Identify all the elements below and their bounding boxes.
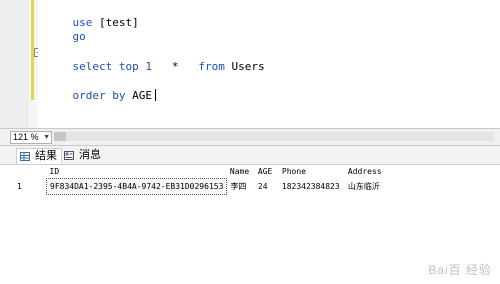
keyword: go: [72, 30, 86, 43]
code-text: Users: [224, 60, 265, 73]
results-grid-area: ID Name AGE Phone Address 1 9F834DA1-239…: [0, 165, 500, 284]
cell-phone[interactable]: 182342384823: [279, 179, 345, 195]
cell-name[interactable]: 李四: [227, 179, 255, 195]
editor-status-bar: 121 % ▼: [0, 128, 500, 146]
tab-label: 结果: [35, 150, 57, 162]
chevron-down-icon: ▼: [43, 134, 50, 141]
grid-header-row: ID Name AGE Phone Address: [14, 165, 401, 179]
tab-results[interactable]: 结果: [16, 148, 62, 164]
row-number-header: [14, 165, 47, 179]
column-header-address[interactable]: Address: [344, 165, 401, 179]
results-grid: ID Name AGE Phone Address 1 9F834DA1-239…: [14, 165, 401, 195]
keyword: select top 1: [72, 60, 152, 73]
cell-age[interactable]: 24: [255, 179, 279, 195]
tab-messages[interactable]: 消息: [61, 148, 105, 163]
cell-id[interactable]: 9F834DA1-2395-4B4A-9742-EB31D0296153: [45, 178, 228, 195]
column-header-age[interactable]: AGE: [254, 165, 279, 179]
scrollbar-thumb[interactable]: [54, 132, 66, 141]
grid-icon: [20, 152, 30, 161]
code-line-order: order by AGE: [46, 75, 156, 117]
zoom-select[interactable]: 121 % ▼: [10, 131, 52, 144]
column-header-phone[interactable]: Phone: [278, 165, 345, 179]
code-text: [test]: [92, 16, 139, 29]
watermark: Bai百 经验: [428, 263, 492, 277]
keyword: order by: [72, 89, 126, 102]
message-icon: [64, 151, 74, 160]
tab-label: 消息: [79, 149, 101, 161]
cell-address[interactable]: 山东临沂: [345, 179, 401, 195]
code-text: AGE: [125, 89, 152, 102]
results-tab-strip: 结果 消息: [0, 146, 500, 165]
zoom-value: 121 %: [13, 132, 39, 142]
query-editor[interactable]: use [test] go select top 1 * from Users …: [38, 0, 500, 128]
column-header-name[interactable]: Name: [226, 165, 255, 179]
horizontal-scrollbar[interactable]: [54, 132, 494, 141]
code-text: *: [151, 60, 199, 73]
column-header-id[interactable]: ID: [46, 165, 227, 179]
text-cursor: [154, 89, 156, 101]
keyword: from: [198, 60, 225, 73]
line-number-gutter: [0, 0, 30, 128]
table-row: 1 9F834DA1-2395-4B4A-9742-EB31D0296153 李…: [14, 178, 401, 195]
row-number[interactable]: 1: [14, 179, 47, 195]
